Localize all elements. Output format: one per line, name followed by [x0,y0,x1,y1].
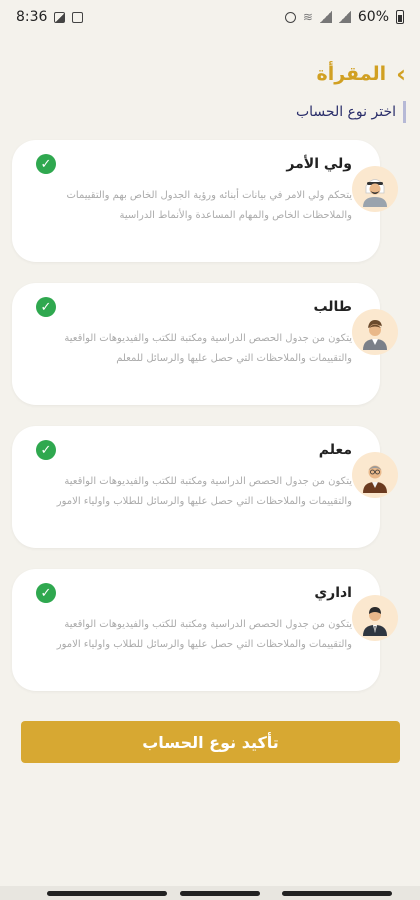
card-title: ولي الأمر [286,156,352,172]
student-avatar-icon [352,309,398,355]
check-circle-icon: ✓ [36,154,56,174]
system-nav-bar [0,886,420,900]
subtitle-text: اختر نوع الحساب [295,104,396,120]
card-title: طالب [313,299,352,315]
status-bar: 8:36 ≋ 60% [0,0,420,34]
app-header: › المقرأة [317,62,407,86]
subtitle-accent-bar [403,101,406,123]
wifi-icon: ≋ [302,10,313,24]
nav-segment[interactable] [282,891,392,896]
nav-segment[interactable] [180,891,260,896]
account-type-card-teacher[interactable]: ✓ معلم يتكون من جدول الحصص الدراسية ومكت… [12,426,380,548]
check-circle-icon: ✓ [36,440,56,460]
signal-icon-2 [338,11,351,23]
check-circle-icon: ✓ [36,583,56,603]
card-description: يتكون من جدول الحصص الدراسية ومكتبة للكت… [64,333,352,364]
card-description: يتكون من جدول الحصص الدراسية ومكتبة للكت… [56,619,352,650]
battery-icon [396,10,404,24]
parent-avatar-icon [352,166,398,212]
status-time: 8:36 [16,9,48,25]
signal-icon [319,11,332,23]
card-description: يتحكم ولي الامر في بيانات أبنائه ورؤية ا… [66,190,353,221]
admin-avatar-icon [352,595,398,641]
sim-notification-icon [72,11,84,23]
section-subtitle: اختر نوع الحساب [296,101,406,123]
account-type-card-student[interactable]: ✓ طالب يتكون من جدول الحصص الدراسية ومكت… [12,283,380,405]
image-notification-icon [54,11,66,23]
teacher-avatar-icon [352,452,398,498]
battery-percent: 60% [357,9,389,25]
confirm-account-type-button[interactable]: تأكيد نوع الحساب [21,721,400,763]
account-type-card-admin[interactable]: ✓ اداري يتكون من جدول الحصص الدراسية ومك… [12,569,380,691]
nav-segment[interactable] [47,891,167,896]
account-type-card-parent[interactable]: ✓ ولي الأمر يتحكم ولي الامر في بيانات أب… [12,140,380,262]
chevron-right-icon[interactable]: › [396,62,406,86]
check-circle-icon: ✓ [36,297,56,317]
card-title: معلم [318,442,352,458]
alarm-icon [284,11,296,23]
card-description: يتكون من جدول الحصص الدراسية ومكتبة للكت… [56,476,352,507]
page-title: المقرأة [316,63,387,85]
card-title: اداري [314,585,352,601]
